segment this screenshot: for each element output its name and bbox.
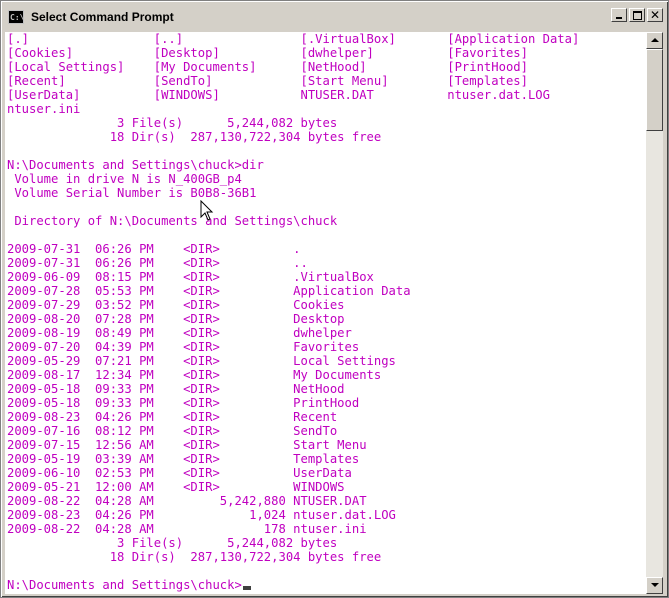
minimize-button[interactable] (611, 8, 627, 22)
console-line: 18 Dir(s) 287,130,722,304 bytes free (7, 550, 382, 564)
command-prompt-window: C:\ Select Command Prompt ✕ [.] [..] [.V… (0, 0, 669, 598)
console-line: 2009-07-29 03:52 PM <DIR> Cookies (7, 298, 345, 312)
close-button[interactable]: ✕ (647, 8, 663, 22)
console-line: 2009-05-29 07:21 PM <DIR> Local Settings (7, 354, 396, 368)
prompt-text: N:\Documents and Settings\chuck> (7, 578, 242, 592)
console-line: 2009-08-22 04:28 AM 178 ntuser.ini (7, 522, 367, 536)
maximize-icon (633, 11, 642, 20)
console-line: 2009-05-19 03:39 AM <DIR> Templates (7, 452, 360, 466)
console-line: 2009-07-16 08:12 PM <DIR> SendTo (7, 424, 338, 438)
console-line: 2009-07-28 05:53 PM <DIR> Application Da… (7, 284, 411, 298)
text-cursor (242, 586, 251, 590)
cmd-icon[interactable]: C:\ (8, 9, 24, 24)
console-line: Volume Serial Number is B0B8-36B1 (7, 186, 257, 200)
console-line: 2009-08-23 04:26 PM <DIR> Recent (7, 410, 338, 424)
console-line: 2009-05-18 09:33 PM <DIR> NetHood (7, 382, 345, 396)
console-line: 3 File(s) 5,244,082 bytes (7, 536, 338, 550)
console-line: 2009-08-23 04:26 PM 1,024 ntuser.dat.LOG (7, 508, 396, 522)
arrow-down-icon (651, 583, 659, 587)
scroll-thumb[interactable] (646, 49, 663, 131)
title-bar[interactable]: C:\ Select Command Prompt ✕ (4, 4, 667, 29)
console-line: 2009-06-10 02:53 PM <DIR> UserData (7, 466, 352, 480)
console-line: 2009-08-22 04:28 AM 5,242,880 NTUSER.DAT (7, 494, 367, 508)
console-line: 2009-07-31 06:26 PM <DIR> .. (7, 256, 308, 270)
console-line: [UserData] [WINDOWS] NTUSER.DAT ntuser.d… (7, 88, 550, 102)
console-line: Directory of N:\Documents and Settings\c… (7, 214, 338, 228)
console-output[interactable]: [.] [..] [.VirtualBox] [Application Data… (5, 32, 646, 594)
console-lines: [.] [..] [.VirtualBox] [Application Data… (5, 32, 646, 592)
console-line: [Cookies] [Desktop] [dwhelper] [Favorite… (7, 46, 528, 60)
console-line: ntuser.ini (7, 102, 81, 116)
console-line: 2009-05-18 09:33 PM <DIR> PrintHood (7, 396, 360, 410)
console-line: 2009-07-15 12:56 AM <DIR> Start Menu (7, 438, 367, 452)
scroll-up-button[interactable] (646, 32, 663, 49)
console-line: [.] [..] [.VirtualBox] [Application Data… (7, 32, 580, 46)
scroll-down-button[interactable] (646, 577, 663, 594)
arrow-up-icon (651, 38, 659, 42)
console-line: 2009-07-20 04:39 PM <DIR> Favorites (7, 340, 360, 354)
close-icon: ✕ (649, 8, 661, 22)
vertical-scrollbar[interactable] (646, 32, 663, 594)
maximize-button[interactable] (629, 8, 645, 22)
command-prompt-line[interactable]: N:\Documents and Settings\chuck> (7, 578, 646, 592)
console-line: [Recent] [SendTo] [Start Menu] [Template… (7, 74, 528, 88)
console-line: N:\Documents and Settings\chuck>dir (7, 158, 264, 172)
console-line: 2009-08-19 08:49 PM <DIR> dwhelper (7, 326, 352, 340)
console-line: 2009-08-20 07:28 PM <DIR> Desktop (7, 312, 345, 326)
console-line: 18 Dir(s) 287,130,722,304 bytes free (7, 130, 382, 144)
console-line: 3 File(s) 5,244,082 bytes (7, 116, 338, 130)
window-controls: ✕ (609, 8, 663, 22)
console-line: [Local Settings] [My Documents] [NetHood… (7, 60, 528, 74)
console-line: 2009-05-21 12:00 AM <DIR> WINDOWS (7, 480, 345, 494)
mouse-pointer-icon (200, 200, 214, 221)
minimize-icon (616, 17, 622, 19)
console-line: 2009-08-17 12:34 PM <DIR> My Documents (7, 368, 382, 382)
console-line: 2009-07-31 06:26 PM <DIR> . (7, 242, 301, 256)
console-line: 2009-06-09 08:15 PM <DIR> .VirtualBox (7, 270, 374, 284)
console-line: Volume in drive N is N_400GB_p4 (7, 172, 242, 186)
window-title: Select Command Prompt (31, 9, 174, 24)
